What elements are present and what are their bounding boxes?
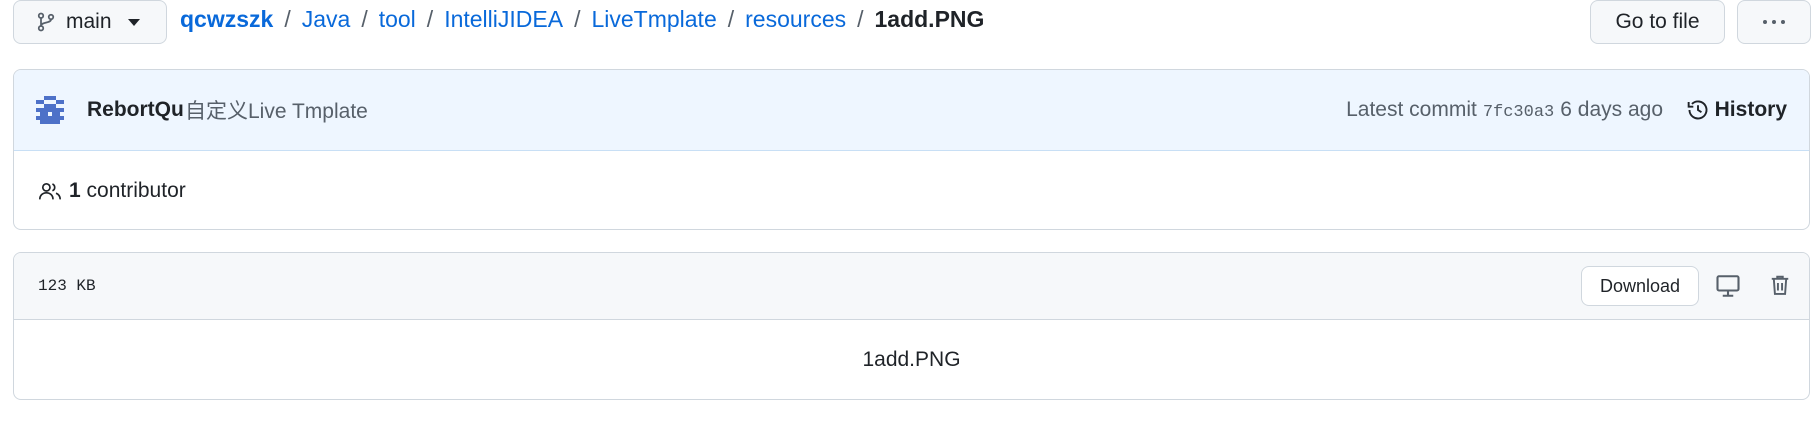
chevron-down-icon [127, 18, 140, 26]
commit-time: 6 days ago [1560, 98, 1663, 121]
breadcrumb-separator: / [426, 6, 434, 32]
breadcrumb: qcwzszk / Java / tool / IntelliJIDEA / L… [180, 6, 984, 33]
file-viewer: 123 KB Download 1add.PNG [13, 252, 1810, 400]
file-header-bar: main qcwzszk / Java / tool / IntelliJIDE… [0, 0, 1817, 56]
breadcrumb-separator: / [574, 6, 581, 32]
history-button[interactable]: History [1687, 98, 1787, 122]
branch-name: main [66, 10, 112, 33]
go-to-file-button[interactable]: Go to file [1590, 0, 1725, 44]
latest-commit-row: RebortQu 自定义Live Tmplate Latest commit 7… [14, 70, 1809, 151]
history-label: History [1714, 98, 1787, 121]
breadcrumb-dir-resources[interactable]: resources [745, 6, 846, 33]
more-options-button[interactable] [1737, 0, 1811, 44]
commit-message-link[interactable]: 自定义Live Tmplate [185, 95, 368, 125]
breadcrumb-current-file: 1add.PNG [874, 6, 985, 32]
breadcrumb-repo-link[interactable]: qcwzszk [180, 6, 273, 33]
commit-sha-link[interactable]: 7fc30a3 [1483, 103, 1554, 122]
commit-author-link[interactable]: RebortQu [87, 98, 184, 122]
contributor-count: 1 [69, 179, 81, 202]
contributors-row: 1 contributor [14, 151, 1809, 229]
contributors-link[interactable]: 1 contributor [69, 179, 186, 203]
latest-commit-label: Latest commit [1346, 98, 1477, 121]
git-branch-icon [37, 12, 55, 32]
breadcrumb-separator: / [727, 6, 735, 32]
people-icon [38, 182, 62, 200]
breadcrumb-dir-livetmplate[interactable]: LiveTmplate [591, 6, 716, 33]
image-preview: 1add.PNG [14, 320, 1809, 399]
trash-icon[interactable] [1769, 273, 1791, 297]
breadcrumb-separator: / [284, 6, 291, 32]
image-alt-text: 1add.PNG [862, 348, 961, 371]
desktop-icon[interactable] [1715, 274, 1741, 298]
file-size: 123 KB [38, 277, 96, 295]
history-icon [1687, 100, 1708, 120]
breadcrumb-dir-java[interactable]: Java [302, 6, 351, 33]
latest-commit-info: Latest commit 7fc30a3 6 days ago [1346, 98, 1663, 122]
branch-selector-button[interactable]: main [13, 0, 167, 44]
avatar[interactable] [36, 96, 64, 124]
breadcrumb-separator: / [857, 6, 864, 32]
breadcrumb-separator: / [361, 6, 368, 32]
commit-info-box: RebortQu 自定义Live Tmplate Latest commit 7… [13, 69, 1810, 230]
file-viewer-header: 123 KB Download [14, 253, 1809, 320]
breadcrumb-dir-tool[interactable]: tool [379, 6, 416, 33]
breadcrumb-dir-intellijidea[interactable]: IntelliJIDEA [444, 6, 563, 33]
download-button[interactable]: Download [1581, 266, 1699, 306]
kebab-horizontal-icon [1763, 20, 1767, 24]
contributor-label: contributor [86, 179, 186, 202]
